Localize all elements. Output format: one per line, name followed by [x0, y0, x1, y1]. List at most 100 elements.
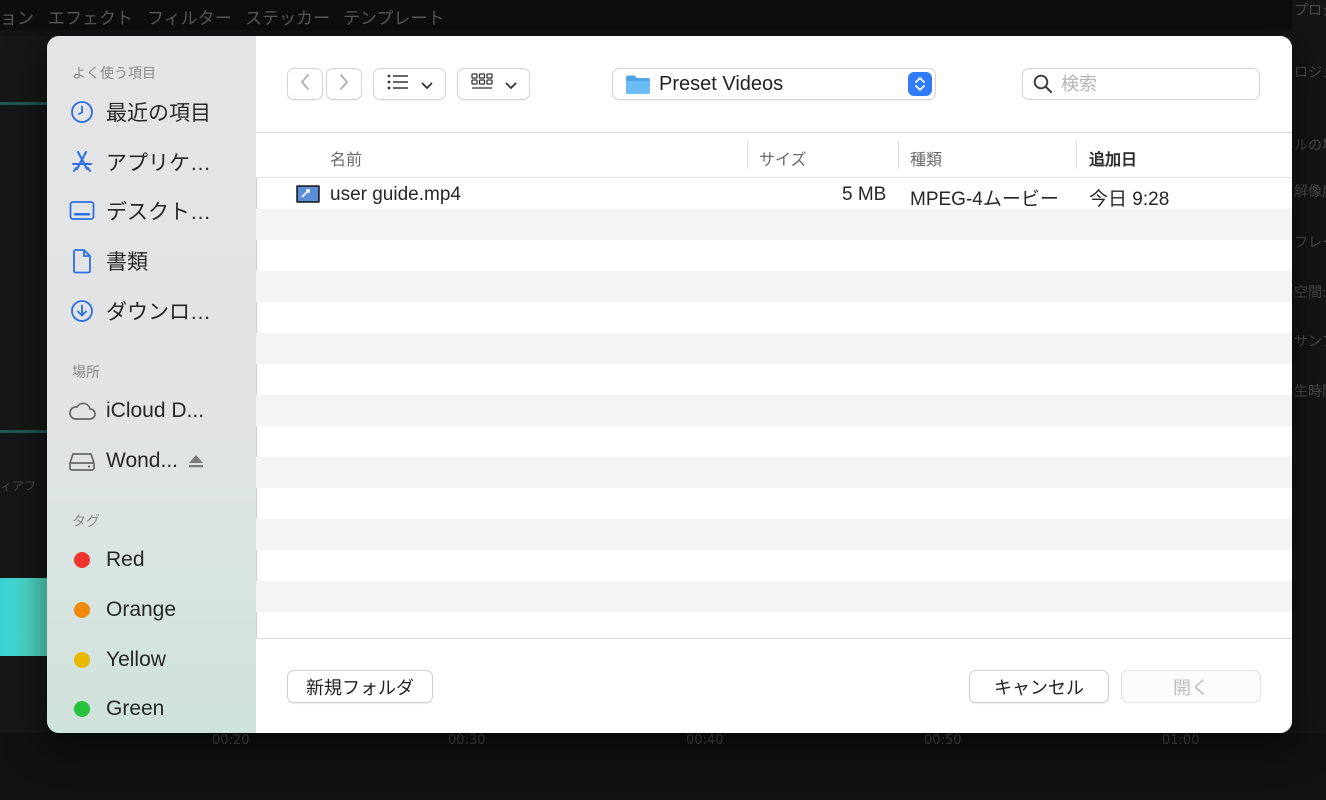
bg-menu-item: エフェクト [48, 9, 133, 29]
sidebar-item-label: iCloud D... [106, 399, 205, 422]
sidebar-tag-orange[interactable]: Orange [67, 593, 252, 627]
column-header-kind[interactable]: 種類 [910, 146, 942, 170]
downloads-icon [67, 296, 97, 326]
table-row[interactable]: user guide.mp4 5 MB MPEG-4ムービー 今日 9:28 [256, 178, 1292, 210]
chevron-left-icon [299, 73, 311, 95]
toolbar: Preset Videos [256, 36, 1292, 133]
column-separator[interactable] [747, 141, 748, 169]
open-button[interactable]: 開く [1121, 670, 1261, 703]
dialog-footer: 新規フォルダ キャンセル 開く [256, 638, 1292, 733]
sidebar-item-label: Yellow [106, 648, 166, 671]
column-separator[interactable] [1076, 141, 1077, 169]
search-field[interactable] [1022, 68, 1260, 100]
grid-icon [470, 73, 493, 95]
bg-panel-label: プロジェ [1294, 3, 1326, 19]
empty-row [256, 426, 1292, 457]
column-header-name[interactable]: 名前 [330, 146, 362, 170]
bg-accent-line [0, 430, 47, 433]
favorites-section-title: よく使う項目 [72, 65, 156, 81]
open-file-dialog: よく使う項目 最近の項目 アプリケ… デスクト… 書類 ダウンロ… 場所 iCl… [47, 36, 1292, 733]
sidebar-item-applications[interactable]: アプリケ… [67, 145, 252, 179]
back-button[interactable] [287, 68, 323, 100]
sidebar-item-label: Red [106, 548, 145, 571]
sidebar-item-wondershare-drive[interactable]: Wond... [67, 444, 252, 478]
bg-timecode: 00:20 [212, 733, 250, 748]
eject-icon[interactable] [188, 454, 204, 468]
forward-button[interactable] [326, 68, 362, 100]
empty-row [256, 209, 1292, 240]
bg-clip-thumbnail [0, 578, 47, 656]
sidebar-item-recents[interactable]: 最近の項目 [67, 95, 252, 129]
file-size: 5 MB [842, 184, 887, 205]
bg-menu-item: ョン [0, 9, 34, 29]
bg-timecode: 00:30 [448, 733, 486, 748]
sidebar-tag-red[interactable]: Red [67, 543, 252, 577]
tag-dot-wrapper [67, 645, 97, 675]
sidebar-item-desktop[interactable]: デスクト… [67, 194, 252, 228]
sidebar-item-documents[interactable]: 書類 [67, 244, 252, 278]
sidebar-item-label: デスクト… [106, 201, 211, 224]
bg-accent-line [0, 102, 47, 105]
drive-icon [67, 446, 97, 476]
empty-row [256, 488, 1292, 519]
bg-panel-label: サンプル [1294, 334, 1326, 350]
sidebar-item-label: 書類 [106, 251, 148, 274]
sidebar-tag-yellow[interactable]: Yellow [67, 643, 252, 677]
list-view-icon [387, 74, 409, 94]
file-kind: MPEG-4ムービー [910, 189, 1059, 210]
bg-menu-item: テンプレート [343, 9, 445, 29]
bg-timecode: 00:40 [686, 733, 724, 748]
chevron-down-icon [421, 75, 433, 94]
cancel-button[interactable]: キャンセル [969, 670, 1109, 703]
chevron-down-icon [505, 75, 517, 94]
location-popup[interactable]: Preset Videos [612, 68, 936, 100]
folder-icon [625, 74, 651, 95]
group-mode-button[interactable] [457, 68, 530, 100]
column-header-size[interactable]: サイズ [759, 146, 807, 170]
bg-panel-label: ロジェ [1294, 65, 1326, 81]
sidebar-item-icloud-drive[interactable]: iCloud D... [67, 394, 252, 428]
empty-row [256, 550, 1292, 581]
icloud-icon [67, 396, 97, 426]
tag-dot-wrapper [67, 595, 97, 625]
sidebar-item-downloads[interactable]: ダウンロ… [67, 294, 252, 328]
bg-panel-label: ィアフ [0, 479, 37, 493]
column-separator[interactable] [898, 141, 899, 169]
desktop-icon [67, 196, 97, 226]
search-icon [1033, 74, 1053, 94]
search-input[interactable] [1061, 73, 1251, 95]
column-header: 名前 サイズ 種類 追加日 [256, 133, 1292, 178]
bg-timecode: 01:00 [1162, 733, 1200, 748]
bg-menu-item: フィルター [147, 9, 232, 29]
sidebar-item-label: 最近の項目 [106, 102, 211, 125]
tags-section-title: タグ [72, 513, 100, 529]
empty-row [256, 457, 1292, 488]
bg-panel-label: 空間: [1294, 285, 1326, 301]
sidebar-item-label: Wond... [106, 449, 178, 472]
bg-panel-label: 生時間 [1294, 384, 1326, 400]
view-mode-button[interactable] [373, 68, 446, 100]
column-header-date-added[interactable]: 追加日 [1089, 146, 1137, 170]
location-label: Preset Videos [659, 72, 784, 95]
empty-row [256, 612, 1292, 638]
bg-panel-label: ルの場 [1294, 138, 1326, 154]
yellow-tag-dot-icon [74, 652, 90, 668]
tag-dot-wrapper [67, 694, 97, 724]
sidebar-tag-green[interactable]: Green [67, 692, 252, 726]
red-tag-dot-icon [74, 552, 90, 568]
background-menubar: ョン エフェクト フィルター ステッカー テンプレート [0, 0, 1326, 30]
background-timeline: 00:20 00:30 00:40 00:50 01:00 [0, 733, 1326, 800]
document-icon [67, 246, 97, 276]
empty-row [256, 395, 1292, 426]
updown-chevron-icon [908, 72, 932, 96]
new-folder-button[interactable]: 新規フォルダ [287, 670, 433, 703]
bg-panel-label: フレーム [1294, 235, 1326, 251]
empty-row [256, 581, 1292, 612]
background-right-panel: プロジェ ロジェ ルの場 解像度: フレーム 空間: サンプル 生時間 [1292, 0, 1326, 800]
chevron-right-icon [338, 73, 350, 95]
sidebar-item-label: ダウンロ… [106, 301, 211, 324]
empty-row [256, 364, 1292, 395]
bg-timecode: 00:50 [924, 733, 962, 748]
empty-row [256, 333, 1292, 364]
bg-menu-item: ステッカー [245, 9, 330, 29]
